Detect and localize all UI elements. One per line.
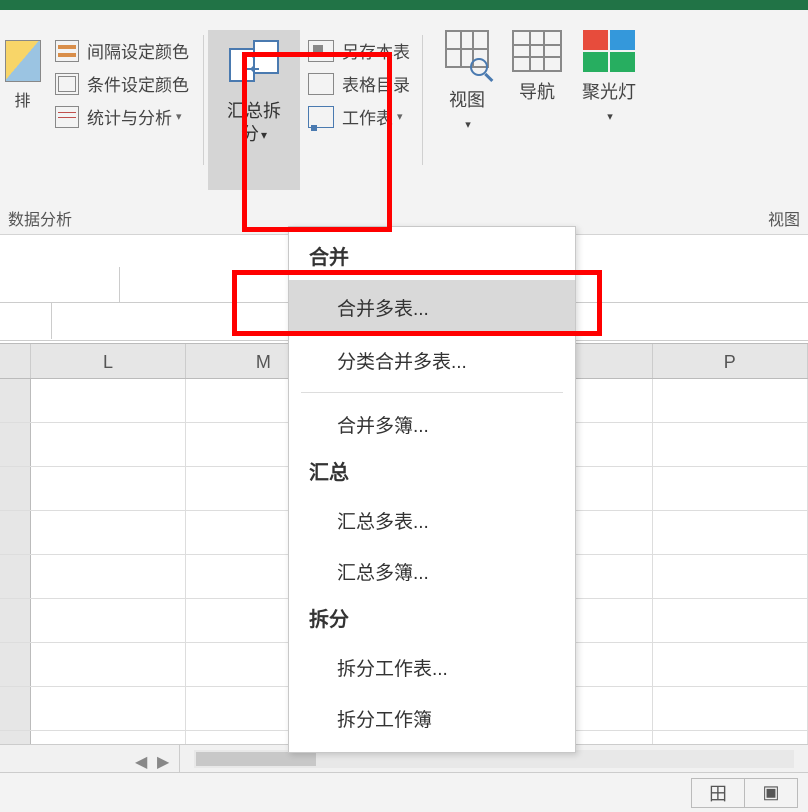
section-summary: 汇总 (289, 450, 575, 495)
view-icon (442, 30, 492, 80)
interval-color-button[interactable]: 间隔设定颜色 (55, 38, 189, 63)
scroll-left-icon[interactable]: ◀ (135, 752, 149, 766)
row-header-gutter (0, 344, 31, 378)
chevron-down-icon: ▾ (607, 111, 613, 123)
stats-icon (55, 106, 79, 128)
worksheet-icon (308, 106, 334, 128)
menu-summary-workbooks[interactable]: 汇总多簿... (289, 546, 575, 597)
menu-split-workbook[interactable]: 拆分工作簿 (289, 693, 575, 744)
analysis-group: 间隔设定颜色 条件设定颜色 统计与分析 ▾ (45, 20, 199, 137)
toc-icon (308, 73, 334, 95)
split-merge-icon (229, 40, 279, 90)
conditional-label: 条件设定颜色 (87, 71, 189, 96)
stats-label: 统计与分析 (87, 104, 172, 129)
interval-icon (55, 40, 79, 62)
save-as-label: 另存本表 (342, 38, 410, 63)
spotlight-label: 聚光灯▾ (582, 82, 636, 125)
section-split: 拆分 (289, 597, 575, 642)
stats-analysis-button[interactable]: 统计与分析 ▾ (55, 104, 189, 129)
divider (203, 35, 204, 165)
nav-icon (512, 30, 562, 72)
interval-label: 间隔设定颜色 (87, 38, 189, 63)
toc-button[interactable]: 表格目录 (308, 71, 410, 96)
split-merge-dropdown: 合并 合并多表... 分类合并多表... 合并多簿... 汇总 汇总多表... … (288, 226, 576, 753)
view-page-button[interactable]: ▣ (744, 778, 798, 808)
section-merge: 合并 (289, 235, 575, 280)
conditional-icon (55, 73, 79, 95)
divider (422, 35, 423, 165)
col-header-L[interactable]: L (31, 344, 186, 378)
spotlight-icon (583, 30, 635, 72)
chevron-down-icon: ▾ (397, 110, 403, 123)
toc-label: 表格目录 (342, 71, 410, 96)
worksheet-button[interactable]: 工作表 ▾ (308, 104, 410, 129)
save-icon (308, 40, 334, 62)
split-merge-button[interactable]: 汇总拆分▾ (208, 30, 300, 190)
sort-label: 排 (0, 87, 45, 111)
menu-categorize-merge[interactable]: 分类合并多表... (289, 335, 575, 386)
scroll-thumb[interactable] (196, 752, 316, 766)
worksheet-label: 工作表 (342, 104, 393, 129)
nav-label: 导航 (512, 82, 562, 104)
workbook-group: 另存本表 表格目录 工作表 ▾ (300, 20, 418, 137)
status-bar: 田 ▣ (0, 772, 808, 812)
nav-button[interactable]: 导航 (502, 20, 572, 104)
menu-split-worksheet[interactable]: 拆分工作表... (289, 642, 575, 693)
chevron-down-icon: ▾ (261, 128, 267, 142)
spotlight-button[interactable]: 聚光灯▾ (572, 20, 636, 125)
view-normal-button[interactable]: 田 (691, 778, 745, 808)
ribbon: 排 间隔设定颜色 条件设定颜色 统计与分析 ▾ (0, 10, 808, 235)
sort-button[interactable]: 排 (0, 20, 45, 111)
scroll-right-icon[interactable]: ▶ (157, 752, 171, 766)
select-all[interactable] (0, 303, 52, 339)
title-bar (0, 0, 808, 10)
view-label: 视图▾ (442, 90, 492, 133)
chevron-down-icon: ▾ (176, 110, 182, 123)
col-header-P[interactable]: P (653, 344, 808, 378)
menu-divider (301, 392, 563, 393)
conditional-color-button[interactable]: 条件设定颜色 (55, 71, 189, 96)
group-label-view: 视图 (768, 206, 800, 230)
name-box[interactable] (0, 267, 120, 302)
group-label-analysis: 数据分析 (8, 206, 72, 230)
menu-summary-tables[interactable]: 汇总多表... (289, 495, 575, 546)
save-as-button[interactable]: 另存本表 (308, 38, 410, 63)
chevron-down-icon: ▾ (465, 119, 471, 131)
menu-merge-workbooks[interactable]: 合并多簿... (289, 399, 575, 450)
sort-icon (5, 40, 41, 82)
split-merge-label: 汇总拆分▾ (223, 100, 285, 147)
menu-merge-tables[interactable]: 合并多表... (289, 280, 575, 335)
view-button[interactable]: 视图▾ (427, 20, 502, 133)
